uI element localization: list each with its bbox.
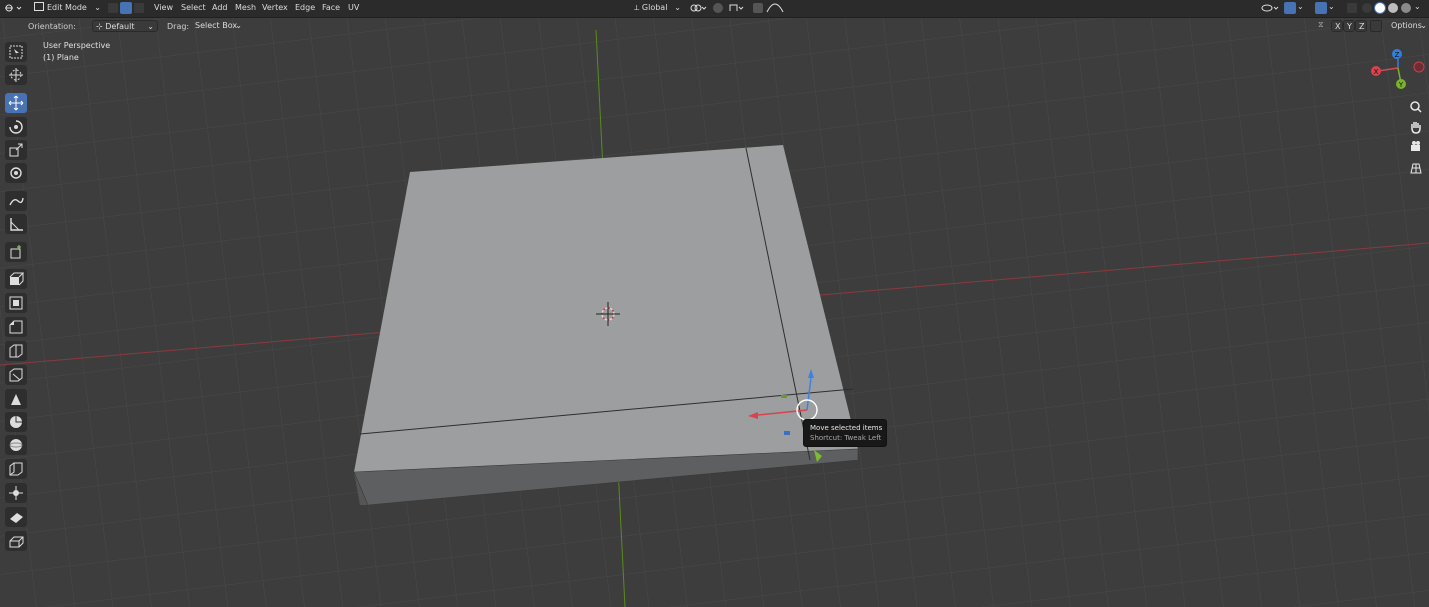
gizmo-dropdown-icon[interactable]: ⌄ bbox=[1297, 2, 1307, 14]
chevron-down-icon: ⌄ bbox=[235, 21, 242, 30]
object-name-text: (1) Plane bbox=[43, 53, 79, 62]
tool-settings-bar: Orientation: ⊹ Default ⌄ Drag: Select Box… bbox=[0, 18, 1429, 36]
mirror-icon[interactable]: ⧖ bbox=[1318, 20, 1330, 32]
mode-label: Edit Mode bbox=[47, 3, 87, 12]
shading-dropdown-icon[interactable]: ⌄ bbox=[1414, 2, 1424, 14]
gizmo-toggle-icon[interactable] bbox=[1284, 2, 1296, 14]
add-cube-tool[interactable] bbox=[5, 242, 27, 262]
knife-tool[interactable] bbox=[5, 365, 27, 385]
3d-viewport[interactable]: Z X Y bbox=[0, 0, 1429, 607]
inset-faces-tool[interactable] bbox=[5, 293, 27, 313]
mode-icon bbox=[34, 2, 44, 11]
chevron-down-icon: ⌄ bbox=[674, 3, 681, 12]
chevron-down-icon: ⌄ bbox=[1420, 21, 1427, 30]
auto-merge-icon[interactable] bbox=[1370, 20, 1382, 32]
edge-select-icon[interactable] bbox=[120, 2, 132, 14]
menu-uv[interactable]: UV bbox=[348, 3, 359, 12]
smooth-tool[interactable] bbox=[5, 435, 27, 455]
spin-tool[interactable] bbox=[5, 412, 27, 432]
shrink-fatten-tool[interactable] bbox=[5, 483, 27, 503]
view-name-text: User Perspective bbox=[43, 41, 111, 50]
snap-icon[interactable] bbox=[712, 2, 724, 14]
orientation-default-icon: ⊹ bbox=[96, 22, 106, 31]
mesh-plane[interactable] bbox=[353, 145, 859, 506]
drag-value: Select Box bbox=[195, 21, 238, 30]
snap-target-icon[interactable] bbox=[728, 2, 746, 14]
annotate-tool[interactable] bbox=[5, 191, 27, 211]
shading-solid-icon[interactable] bbox=[1374, 2, 1386, 14]
menu-select[interactable]: Select bbox=[181, 3, 206, 12]
tooltip: Move selected items Shortcut: Tweak Left bbox=[803, 419, 887, 447]
poly-build-tool[interactable] bbox=[5, 389, 27, 409]
falloff-icon[interactable] bbox=[766, 2, 784, 14]
cursor-tool[interactable] bbox=[5, 65, 27, 85]
proportional-edit-icon[interactable] bbox=[752, 2, 764, 14]
face-select-icon[interactable] bbox=[133, 2, 145, 14]
rip-region-tool[interactable] bbox=[5, 531, 27, 551]
options-dropdown[interactable]: Options ⌄ bbox=[1388, 20, 1428, 32]
menu-mesh[interactable]: Mesh bbox=[235, 3, 256, 12]
orientation-value: Default bbox=[105, 22, 135, 31]
vertex-select-icon[interactable] bbox=[107, 2, 119, 14]
chevron-down-icon: ⌄ bbox=[147, 22, 154, 31]
shading-material-icon[interactable] bbox=[1387, 2, 1399, 14]
orientation-dropdown[interactable]: ⊹ Default ⌄ bbox=[92, 20, 158, 32]
menu-add[interactable]: Add bbox=[212, 3, 228, 12]
gizmo-y-label: Y bbox=[1398, 81, 1404, 89]
transform-tool[interactable] bbox=[5, 163, 27, 183]
gizmo-z-label: Z bbox=[1395, 51, 1400, 59]
shear-tool[interactable] bbox=[5, 507, 27, 527]
tooltip-shortcut: Shortcut: Tweak Left bbox=[810, 434, 882, 442]
drag-label: Drag: bbox=[167, 22, 190, 31]
bevel-tool[interactable] bbox=[5, 317, 27, 337]
transform-orientation-dropdown[interactable]: ⟂ Global ⌄ bbox=[631, 2, 683, 14]
rotate-tool[interactable] bbox=[5, 117, 27, 137]
xray-toggle-icon[interactable] bbox=[1346, 2, 1358, 14]
overlays-toggle-icon[interactable] bbox=[1315, 2, 1327, 14]
zoom-icon[interactable] bbox=[1408, 99, 1424, 115]
camera-view-icon[interactable] bbox=[1408, 139, 1424, 155]
drag-dropdown[interactable]: Select Box ⌄ bbox=[192, 20, 242, 32]
menu-face[interactable]: Face bbox=[322, 3, 340, 12]
axis-x-toggle[interactable]: X bbox=[1331, 20, 1343, 32]
menu-view[interactable]: View bbox=[154, 3, 173, 12]
overlays-dropdown-icon[interactable]: ⌄ bbox=[1328, 2, 1338, 14]
menu-vertex[interactable]: Vertex bbox=[262, 3, 288, 12]
axis-z-toggle[interactable]: Z bbox=[1355, 20, 1367, 32]
options-label: Options bbox=[1391, 21, 1422, 30]
pan-hand-icon[interactable] bbox=[1408, 119, 1424, 135]
scale-tool[interactable] bbox=[5, 140, 27, 160]
mode-dropdown[interactable]: Edit Mode ⌄ bbox=[31, 2, 103, 14]
editor-type-icon[interactable] bbox=[3, 2, 25, 14]
perspective-toggle-icon[interactable] bbox=[1408, 160, 1424, 176]
measure-tool[interactable] bbox=[5, 214, 27, 234]
orientation-icon: ⟂ bbox=[634, 3, 642, 12]
extrude-region-tool[interactable] bbox=[5, 269, 27, 289]
loop-cut-tool[interactable] bbox=[5, 341, 27, 361]
gizmo-x-label: X bbox=[1374, 68, 1379, 76]
menu-edge[interactable]: Edge bbox=[295, 3, 315, 12]
tooltip-title: Move selected items bbox=[810, 424, 883, 432]
move-tool[interactable] bbox=[5, 93, 27, 113]
visibility-icon[interactable] bbox=[1261, 2, 1281, 14]
chevron-down-icon: ⌄ bbox=[94, 3, 101, 12]
shading-rendered-icon[interactable] bbox=[1400, 2, 1412, 14]
pivot-point-icon[interactable] bbox=[689, 2, 709, 14]
axis-y-toggle[interactable]: Y bbox=[1343, 20, 1355, 32]
select-box-tool[interactable] bbox=[5, 42, 27, 62]
orientation-label: Global bbox=[641, 3, 668, 12]
viewport-header: Edit Mode ⌄ View Select Add Mesh Vertex E… bbox=[0, 0, 1429, 18]
orientation-label: Orientation: bbox=[28, 22, 76, 31]
shading-wireframe-icon[interactable] bbox=[1361, 2, 1373, 14]
edge-slide-tool[interactable] bbox=[5, 459, 27, 479]
